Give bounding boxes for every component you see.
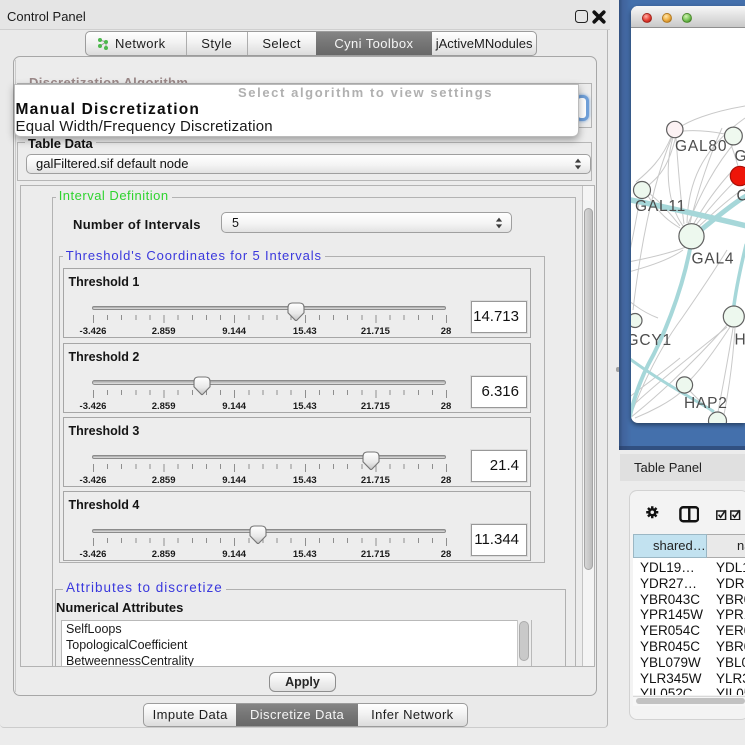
svg-text:GCY1: GCY1 bbox=[631, 332, 672, 349]
svg-text:GA: GA bbox=[735, 148, 745, 165]
svg-text:GAL4: GAL4 bbox=[692, 251, 735, 268]
svg-text:GAL11: GAL11 bbox=[635, 198, 686, 215]
svg-text:HAP2: HAP2 bbox=[684, 395, 728, 412]
svg-text:GAL80: GAL80 bbox=[675, 138, 727, 155]
svg-text:CY: CY bbox=[737, 188, 745, 205]
svg-text:HI: HI bbox=[735, 332, 745, 349]
